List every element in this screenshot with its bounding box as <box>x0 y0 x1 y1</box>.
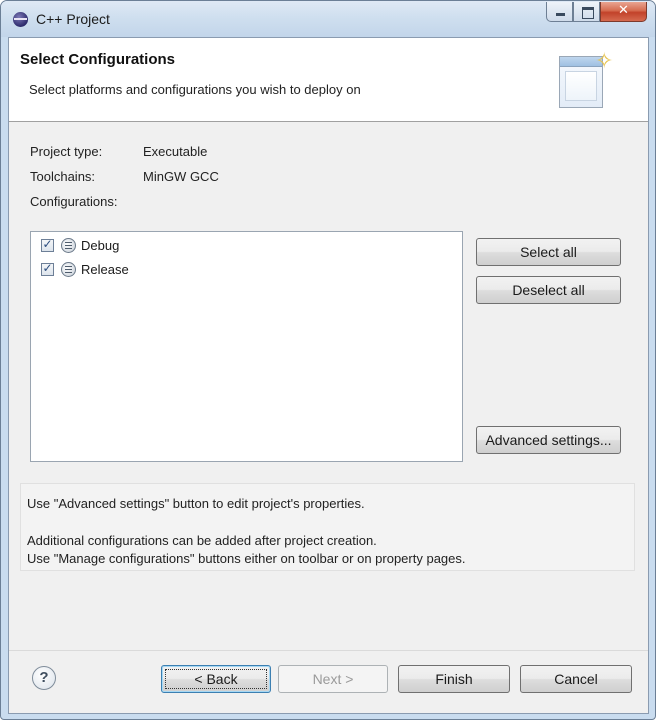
close-button[interactable] <box>600 2 647 22</box>
list-item-debug[interactable]: Debug <box>41 236 119 254</box>
window-title: C++ Project <box>36 11 110 27</box>
configuration-icon <box>61 261 76 277</box>
project-type-value: Executable <box>143 144 208 159</box>
toolchains-value: MinGW GCC <box>143 169 219 184</box>
help-icon[interactable]: ? <box>32 666 56 690</box>
title-bar[interactable]: C++ Project <box>1 1 655 37</box>
page-title: Select Configurations <box>20 51 176 68</box>
configurations-label: Configurations: <box>30 194 118 209</box>
footer-separator <box>9 650 648 651</box>
message-line: Use "Advanced settings" button to edit p… <box>27 496 365 511</box>
list-item-release[interactable]: Release <box>41 260 129 278</box>
caption-buttons <box>546 2 647 22</box>
configuration-icon <box>61 237 76 253</box>
config-label: Release <box>81 261 129 277</box>
finish-button[interactable]: Finish <box>398 665 510 693</box>
sparkle-icon: ✧ <box>595 49 614 74</box>
toolchains-label: Toolchains: <box>30 169 96 184</box>
message-area: Use "Advanced settings" button to edit p… <box>20 483 635 571</box>
cancel-button[interactable]: Cancel <box>520 665 632 693</box>
wizard-window: C++ Project Select Configurations Select… <box>0 0 656 720</box>
deselect-all-button[interactable]: Deselect all <box>476 276 621 304</box>
message-line: Use "Manage configurations" buttons eith… <box>27 551 466 566</box>
dialog-client-area: Select Configurations Select platforms a… <box>8 37 649 714</box>
next-button[interactable]: Next > <box>278 665 388 693</box>
debug-checkbox[interactable] <box>41 237 54 252</box>
minimize-button[interactable] <box>546 2 573 22</box>
wizard-banner: Select Configurations Select platforms a… <box>9 38 648 122</box>
config-label: Debug <box>81 237 120 253</box>
release-checkbox[interactable] <box>41 261 54 276</box>
page-description: Select platforms and configurations you … <box>29 82 361 97</box>
configurations-list[interactable]: Debug Release <box>30 231 463 462</box>
maximize-button[interactable] <box>573 2 600 22</box>
advanced-settings-button[interactable]: Advanced settings... <box>476 426 621 454</box>
project-type-label: Project type: <box>30 144 103 159</box>
back-button[interactable]: < Back <box>161 665 271 693</box>
message-line: Additional configurations can be added a… <box>27 533 377 548</box>
select-all-button[interactable]: Select all <box>476 238 621 266</box>
eclipse-app-icon <box>13 12 28 27</box>
